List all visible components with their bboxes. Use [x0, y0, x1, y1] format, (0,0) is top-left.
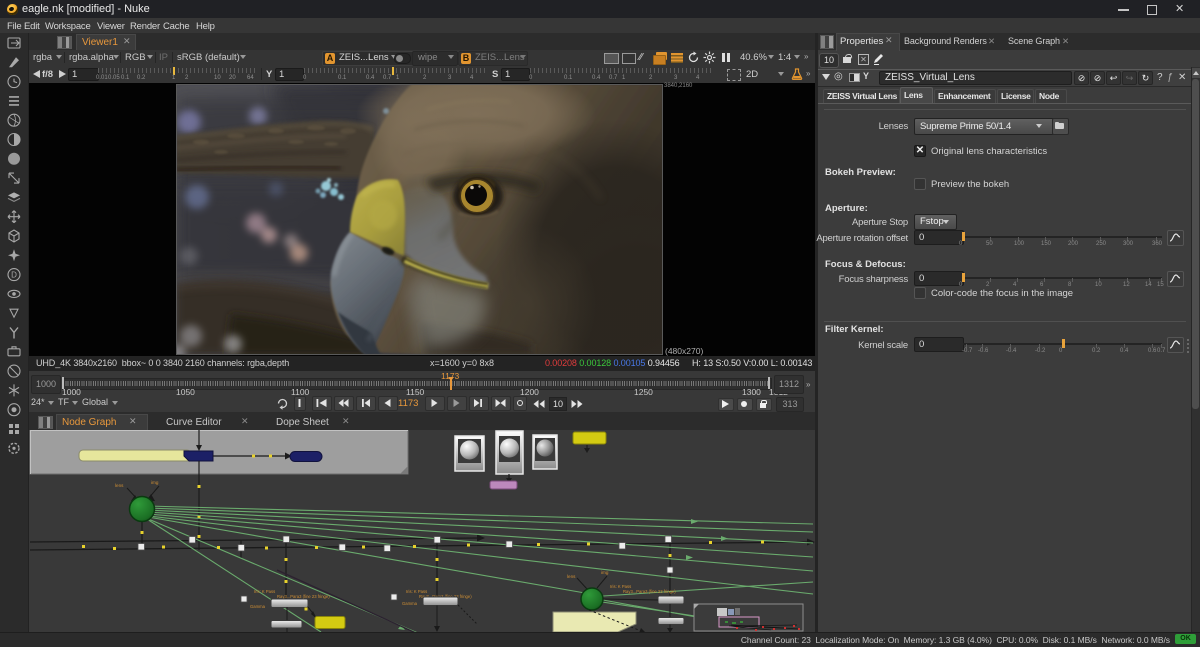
svg-text:Ray3...Para3 (fine 23 fringe): Ray3...Para3 (fine 23 fringe) — [623, 589, 676, 594]
svg-text:lens: lens — [115, 483, 124, 488]
svg-text:img: img — [151, 480, 159, 485]
svg-text:Iris: K Pass: Iris: K Pass — [254, 589, 275, 594]
svg-text:D: D — [11, 271, 17, 280]
svg-text:img: img — [601, 570, 609, 575]
svg-text:Gamma: Gamma — [250, 604, 266, 609]
svg-text:Gamma: Gamma — [402, 601, 418, 606]
svg-text:lens: lens — [567, 574, 576, 579]
svg-text:Ray3...Para3 (fine 23 fringe): Ray3...Para3 (fine 23 fringe) — [277, 594, 330, 599]
